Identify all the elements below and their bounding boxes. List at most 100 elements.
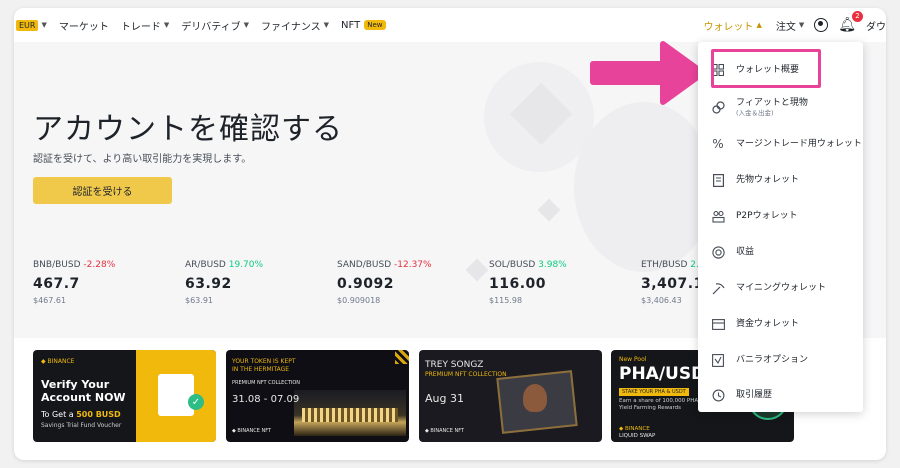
menu-item-title: フィアットと現物 [736,97,808,108]
page-title: アカウントを確認する [33,112,343,147]
nav-finance-label: ファイナンス [261,21,321,33]
chevron-down-icon: ▼ [243,21,250,29]
banner-title: TREY SONGZ [425,360,484,370]
banner-hermitage-nft[interactable]: YOUR TOKEN IS KEPT IN THE HERMITAGE PREM… [226,350,409,442]
banner-dates: 31.08 - 07.09 [232,394,300,405]
banner-trey-songz-nft[interactable]: TREY SONGZ PREMIUM NFT COLLECTION Aug 31… [419,350,602,442]
banner-fineprint: Savings Trial Fund Voucher [41,422,122,429]
decorative-stripes [395,350,409,364]
pair-change: 19.70% [228,260,264,270]
nav-markets-label: マーケット [58,21,109,33]
banner-subtitle: PREMIUM NFT COLLECTION [232,380,301,386]
banner-subtitle: To Get a 500 BUSD [41,410,121,420]
banner-brand: ◆ BINANCE LIQUID SWAP [619,426,655,440]
browser-frame: EUR ▼ マーケット トレード ▼ デリバティブ ▼ ファイナンス ▼ NFT… [14,8,886,460]
menu-item-margin-wallet[interactable]: % マージントレード用ウォレット [706,127,862,161]
chevron-down-icon: ▼ [163,21,170,29]
decorative-shape [465,258,489,282]
top-navigation: EUR ▼ マーケット トレード ▼ デリバティブ ▼ ファイナンス ▼ NFT… [14,8,886,42]
decorative-shape [537,198,561,222]
menu-item-fiat-spot[interactable]: フィアットと現物 (入金＆出金) [706,90,856,124]
earn-icon [710,244,726,260]
pair-change: 3.98% [538,260,567,270]
pair-usd-price: $0.909018 [337,296,381,305]
pair-usd-price: $467.61 [33,296,67,305]
pair-usd-price: $63.91 [185,296,213,305]
ticker-pair: AR/BUSD 19.70% [185,260,315,270]
banner-label: New Pool [619,356,647,363]
banner-brand: ◆ BINANCE NFT [425,428,465,434]
menu-item-label: マージントレード用ウォレット [736,138,862,149]
nav-nft-label: NFT [341,19,361,31]
menu-item-earn[interactable]: 収益 [706,235,856,269]
chevron-up-icon: ▲ [756,21,762,29]
pair-price: 467.7 [33,276,80,292]
palace-image [294,390,406,436]
id-card-illustration [158,374,194,416]
menu-item-futures-wallet[interactable]: 先物ウォレット [706,163,856,197]
check-icon: ✓ [188,394,204,410]
menu-item-label: フィアットと現物 (入金＆出金) [736,98,808,117]
brand-line-2: LIQUID SWAP [619,433,656,439]
banner-title: Verify Your Account NOW [41,378,126,404]
decorative-stripes [190,350,216,376]
menu-item-p2p-wallet[interactable]: P2Pウォレット [706,199,856,233]
nav-derivatives[interactable]: デリバティブ ▼ [181,18,249,33]
banner-fineprint: Earn a share of 100,000 PHA in Yield Far… [619,398,705,412]
banner-sub-prefix: To Get a [41,410,77,419]
ticker-sol[interactable]: SOL/BUSD 3.98% 116.00 $115.98 [489,260,619,305]
profile-icon[interactable] [814,18,829,32]
banner-sub-highlight: 500 BUSD [76,410,121,419]
banner-subtitle: PREMIUM NFT COLLECTION [425,371,507,378]
ticker-pair: BNB/BUSD -2.28% [33,260,163,270]
nav-download[interactable]: ダウ [866,18,886,33]
portrait-image [523,384,547,412]
pair-name: ETH/BUSD [641,260,688,270]
banner-date: Aug 31 [425,392,464,405]
options-icon [710,352,726,368]
currency-selector[interactable]: EUR ▼ [14,19,47,31]
verify-button[interactable]: 認証を受ける [33,177,172,204]
nav-finance[interactable]: ファイナンス ▼ [261,18,329,33]
banner-brand: ◆ BINANCE [41,358,75,365]
nav-nft[interactable]: NFT New [341,19,386,31]
ticker-bnb[interactable]: BNB/BUSD -2.28% 467.7 $467.61 [33,260,163,305]
brand-line-1: ◆ BINANCE [619,426,650,432]
pair-price: 0.9092 [337,276,395,292]
nav-orders-label: 注文 [775,21,796,33]
menu-item-vanilla-options[interactable]: バニラオプション [706,343,856,377]
pair-price: 116.00 [489,276,547,292]
menu-item-transaction-history[interactable]: 取引履歴 [706,378,856,412]
pair-change: -2.28% [83,260,116,270]
banner-brand: ◆ BINANCE NFT [232,428,272,434]
nav-download-label: ダウ [866,21,886,33]
nav-wallet[interactable]: ウォレット ▲ [703,18,761,33]
pair-usd-price: $115.98 [489,296,523,305]
decorative-shape [574,102,714,272]
chevron-down-icon: ▼ [323,21,330,29]
card-icon [710,316,726,332]
ticker-sand[interactable]: SAND/BUSD -12.37% 0.9092 $0.909018 [337,260,467,305]
menu-item-mining-wallet[interactable]: マイニングウォレット [706,271,856,305]
fine-line-1: Earn a share of 100,000 PHA in [619,398,705,404]
new-badge: New [364,20,386,30]
notifications-bell[interactable]: 🔔︎ 2 [838,11,863,32]
link-icon [710,99,726,115]
nav-markets[interactable]: マーケット [59,18,109,33]
nav-trade-label: トレード [120,21,161,33]
ticker-ar[interactable]: AR/BUSD 19.70% 63.92 $63.91 [185,260,315,305]
menu-item-label: 資金ウォレット [736,318,800,329]
nav-trade[interactable]: トレード ▼ [121,18,169,33]
pink-arrow-annotation [590,41,706,105]
banner-verify-account[interactable]: ✓ ◆ BINANCE Verify Your Account NOW To G… [33,350,216,442]
menu-item-funding-wallet[interactable]: 資金ウォレット [706,307,856,341]
nav-orders[interactable]: 注文 ▼ [776,18,804,33]
menu-item-label: 収益 [736,246,755,257]
menu-item-label: 取引履歴 [736,389,773,400]
nav-right-group: ウォレット ▲ 注文 ▼ 🔔︎ 2 ダウ [703,8,886,42]
menu-item-label: 先物ウォレット [736,174,800,185]
pair-name: AR/BUSD [185,260,226,270]
wallet-dropdown-menu: ウォレット概要 フィアットと現物 (入金＆出金) % マージントレード用ウォレット… [698,42,863,412]
p2p-icon [710,208,726,224]
pickaxe-icon [710,280,726,296]
